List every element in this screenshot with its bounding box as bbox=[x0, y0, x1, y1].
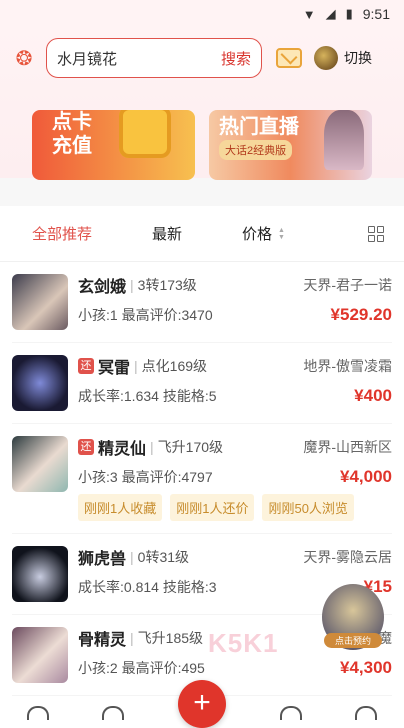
item-server: 地界-傲雪凌霜 bbox=[303, 358, 392, 374]
item-name: 玄剑娥 bbox=[78, 279, 127, 296]
mail-icon[interactable] bbox=[276, 48, 302, 68]
publish-button[interactable]: + bbox=[178, 680, 226, 728]
home-icon[interactable] bbox=[26, 706, 49, 720]
item-price: ¥400 bbox=[354, 386, 392, 405]
activity-tag: 刚刚1人收藏 bbox=[78, 494, 163, 521]
item-price: ¥4,000 bbox=[340, 467, 392, 486]
floating-reservation-ad[interactable]: 点击预约 bbox=[322, 584, 384, 650]
item-name: 冥雷 bbox=[98, 360, 131, 377]
item-thumbnail bbox=[12, 274, 68, 330]
float-ad-label: 点击预约 bbox=[324, 633, 382, 648]
item-stats: 成长率:1.634 技能格:5 bbox=[78, 388, 217, 404]
search-input[interactable] bbox=[57, 49, 221, 67]
item-name: 狮虎兽 bbox=[78, 551, 127, 568]
divider bbox=[0, 178, 404, 206]
bargain-badge: 还 bbox=[78, 358, 94, 374]
filter-tabs: 全部推荐 最新 价格 ▲ ▼ bbox=[0, 206, 404, 262]
app-logo-icon[interactable]: ❂ bbox=[10, 44, 38, 72]
grid-view-icon[interactable] bbox=[368, 225, 384, 242]
banner-recharge[interactable]: 点卡 充值 bbox=[32, 110, 195, 180]
battery-icon: ▮ bbox=[345, 6, 353, 21]
item-thumbnail bbox=[12, 355, 68, 411]
switch-label: 切换 bbox=[344, 50, 372, 66]
item-thumbnail bbox=[12, 436, 68, 492]
item-level: 飞升185级 bbox=[137, 630, 204, 646]
category-icon[interactable] bbox=[102, 706, 125, 720]
status-bar: ▼ ◢ ▮ 9:51 bbox=[0, 0, 404, 28]
signal-icon: ◢ bbox=[325, 6, 336, 21]
search-box[interactable]: 搜索 bbox=[46, 38, 262, 78]
banner-live-title: 热门直播 bbox=[219, 116, 299, 138]
activity-tag: 刚刚1人还价 bbox=[170, 494, 255, 521]
gold-card-icon bbox=[119, 110, 171, 158]
header: ❂ 搜索 切换 点卡充值 热门直播 大话2经典版 bbox=[0, 28, 404, 180]
item-level: 3转173级 bbox=[137, 277, 197, 293]
item-stats: 小孩:2 最高评价:495 bbox=[78, 660, 205, 676]
item-price: ¥529.20 bbox=[330, 305, 392, 324]
item-stats: 成长率:0.814 技能格:3 bbox=[78, 579, 217, 595]
banner-recharge-line2: 充值 bbox=[52, 135, 92, 157]
tab-all-recommended[interactable]: 全部推荐 bbox=[32, 223, 92, 244]
item-name: 骨精灵 bbox=[78, 632, 127, 649]
tab-price[interactable]: 价格 ▲ ▼ bbox=[242, 223, 285, 244]
banner-live-tag: 大话2经典版 bbox=[219, 140, 293, 160]
banner-recharge-line1: 点卡 bbox=[52, 111, 92, 133]
item-stats: 小孩:3 最高评价:4797 bbox=[78, 469, 213, 485]
item-server: 魔界-山西新区 bbox=[303, 439, 392, 455]
item-level: 飞升170级 bbox=[157, 439, 224, 455]
list-item[interactable]: 还 冥雷 | 点化169级 地界-傲雪凌霜 成长率:1.634 技能格:5 ¥4… bbox=[12, 343, 392, 424]
avatar bbox=[314, 46, 338, 70]
bargain-badge: 还 bbox=[78, 439, 94, 455]
item-server: 天界-雾隐云居 bbox=[303, 549, 392, 565]
banner-row: 点卡 充值 热门直播 大话2经典版 bbox=[32, 110, 372, 180]
item-server: 天界-君子一诺 bbox=[303, 277, 392, 293]
item-level: 点化169级 bbox=[141, 358, 208, 374]
tab-price-label: 价格 bbox=[242, 226, 273, 243]
wifi-icon: ▼ bbox=[302, 6, 316, 22]
activity-tag: 刚刚50人浏览 bbox=[262, 494, 354, 521]
search-button[interactable]: 搜索 bbox=[221, 48, 251, 69]
activity-tags: 刚刚1人收藏 刚刚1人还价 刚刚50人浏览 bbox=[78, 494, 392, 521]
item-thumbnail bbox=[12, 627, 68, 683]
list-item[interactable]: 还 精灵仙 | 飞升170级 魔界-山西新区 小孩:3 最高评价:4797 ¥4… bbox=[12, 424, 392, 534]
item-stats: 小孩:1 最高评价:3470 bbox=[78, 307, 213, 323]
list-item[interactable]: 玄剑娥 | 3转173级 天界-君子一诺 小孩:1 最高评价:3470 ¥529… bbox=[12, 262, 392, 343]
search-bar: ❂ 搜索 切换 bbox=[0, 36, 404, 80]
switch-button[interactable]: 切换 bbox=[314, 46, 372, 70]
item-price: ¥4,300 bbox=[340, 658, 392, 677]
cart-icon[interactable] bbox=[279, 706, 302, 720]
sort-icon: ▲ ▼ bbox=[278, 226, 285, 241]
status-time: 9:51 bbox=[362, 6, 390, 22]
item-thumbnail bbox=[12, 546, 68, 602]
banner-live[interactable]: 热门直播 大话2经典版 bbox=[209, 110, 372, 180]
tab-latest[interactable]: 最新 bbox=[152, 223, 182, 244]
item-name: 精灵仙 bbox=[98, 441, 147, 458]
character-figure bbox=[324, 110, 364, 170]
item-level: 0转31级 bbox=[137, 549, 190, 565]
profile-icon[interactable] bbox=[355, 706, 378, 720]
